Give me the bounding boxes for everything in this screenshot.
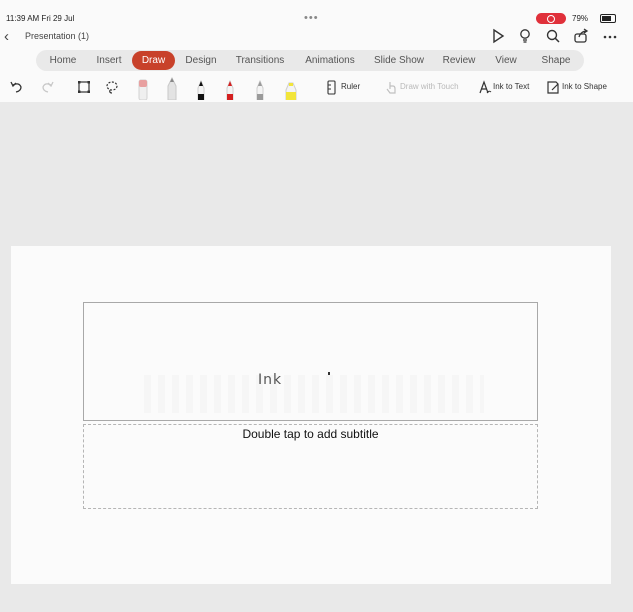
tab-animations[interactable]: Animations — [302, 53, 358, 68]
share-icon[interactable] — [573, 28, 589, 44]
chevron-left-icon[interactable]: ‹ — [4, 28, 9, 45]
draw-toolbar: Ruler Draw with Touch Ink to Text Ink to… — [0, 74, 633, 103]
status-bar: 11:39 AM Fri 29 Jul ••• 79% — [0, 0, 633, 26]
status-time: 11:39 AM Fri 29 Jul — [6, 14, 75, 23]
pen-gray-icon[interactable] — [253, 76, 267, 100]
title-placeholder[interactable] — [83, 302, 538, 421]
tab-view[interactable]: View — [492, 53, 520, 68]
highlighter-yellow-icon[interactable] — [283, 76, 299, 100]
ruler-button[interactable]: Ruler — [341, 82, 360, 91]
ink-handwriting[interactable]: Ink — [258, 372, 282, 388]
subtitle-placeholder[interactable]: Double tap to add subtitle — [83, 424, 538, 509]
play-icon[interactable] — [490, 28, 506, 44]
tab-draw[interactable]: Draw — [132, 51, 175, 70]
ink-to-text-icon[interactable] — [478, 80, 492, 95]
tab-home[interactable]: Home — [46, 53, 80, 68]
lasso-icon[interactable] — [105, 80, 119, 94]
subtitle-placeholder-text: Double tap to add subtitle — [242, 427, 379, 441]
eraser-icon[interactable] — [136, 76, 150, 100]
lightbulb-icon[interactable] — [517, 28, 533, 44]
pencil-icon[interactable] — [165, 76, 179, 100]
tab-slide-show[interactable]: Slide Show — [372, 53, 426, 68]
draw-with-touch-button[interactable]: Draw with Touch — [400, 82, 459, 91]
tab-transitions[interactable]: Transitions — [232, 53, 288, 68]
ink-to-shape-icon[interactable] — [546, 80, 560, 95]
ink-dot — [328, 372, 330, 375]
multitasking-dots[interactable]: ••• — [304, 12, 319, 24]
search-icon[interactable] — [545, 28, 561, 44]
tab-design[interactable]: Design — [182, 53, 220, 68]
ruler-icon[interactable] — [327, 80, 336, 95]
pen-black-icon[interactable] — [194, 76, 208, 100]
tab-shape[interactable]: Shape — [538, 53, 574, 68]
battery-percent: 79% — [572, 14, 589, 23]
faded-ink-strokes — [144, 375, 484, 413]
tab-review[interactable]: Review — [440, 53, 478, 68]
ink-to-shape-button[interactable]: Ink to Shape — [562, 82, 607, 91]
ribbon-tabs: Home Insert Draw Design Transitions Anim… — [0, 48, 633, 74]
battery-icon — [600, 14, 616, 23]
screen-recording-icon[interactable] — [536, 13, 566, 24]
ink-to-text-button[interactable]: Ink to Text — [493, 82, 529, 91]
more-icon[interactable] — [602, 28, 618, 44]
tab-insert[interactable]: Insert — [91, 53, 127, 68]
redo-icon[interactable] — [40, 80, 54, 94]
draw-with-touch-icon — [386, 82, 396, 94]
document-title[interactable]: Presentation (1) — [25, 31, 89, 41]
rectangle-select-icon[interactable] — [77, 80, 91, 94]
pen-red-icon[interactable] — [223, 76, 237, 100]
undo-icon[interactable] — [10, 80, 24, 94]
title-bar: ‹ Presentation (1) — [0, 26, 633, 48]
